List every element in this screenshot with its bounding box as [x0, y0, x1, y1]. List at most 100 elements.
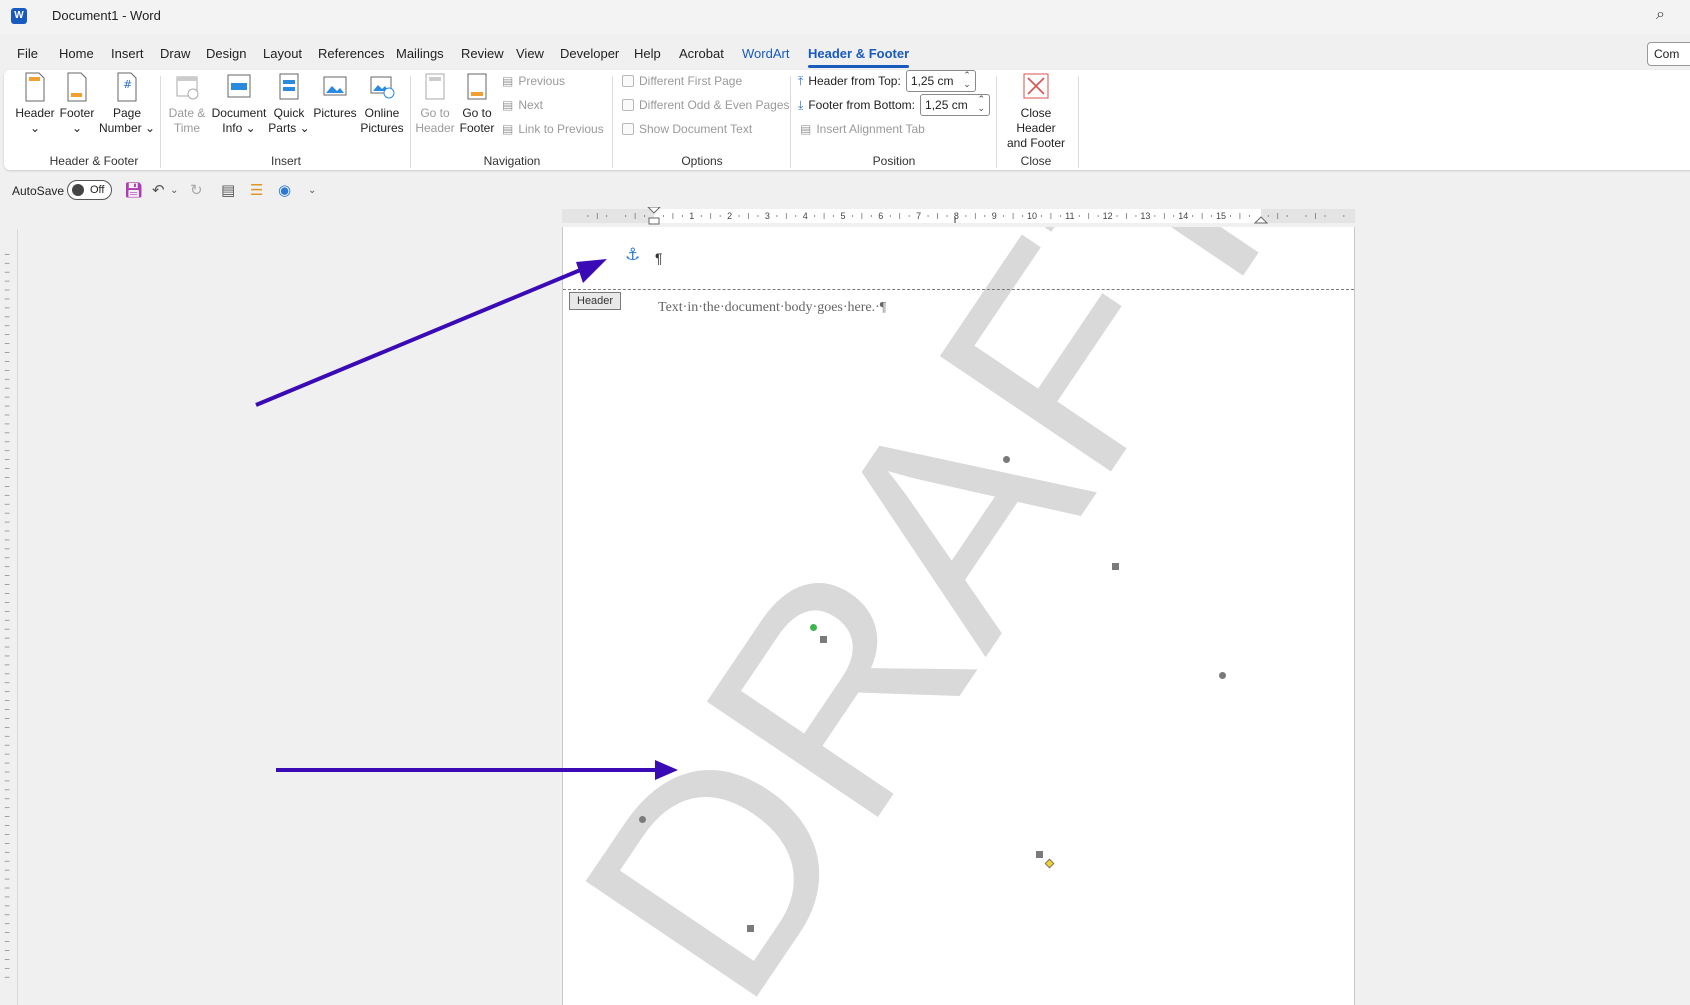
document-info-label-1: Document	[211, 106, 267, 120]
comments-button[interactable]: Com	[1647, 42, 1690, 66]
pictures-button[interactable]: Pictures	[310, 72, 360, 121]
tab-developer[interactable]: Developer	[560, 46, 619, 61]
autosave-label: AutoSave	[12, 184, 65, 198]
tab-header-footer[interactable]: Header & Footer	[808, 46, 910, 68]
online-pictures-button[interactable]: Online Pictures	[356, 72, 408, 136]
tab-layout[interactable]: Layout	[263, 46, 302, 61]
document-page[interactable]: DRAFT ⚓︎ ¶ Header Text·in·the·document·b…	[562, 227, 1355, 1005]
go-to-header-label-1: Go to	[420, 106, 450, 120]
ruler-tick-label: 9	[992, 211, 997, 221]
tab-design[interactable]: Design	[206, 46, 246, 61]
ruler-tick-label: 13	[1140, 211, 1150, 221]
pictures-label: Pictures	[313, 106, 357, 120]
anchor-icon[interactable]: ⚓︎	[625, 245, 640, 265]
tab-draw[interactable]: Draw	[160, 46, 190, 61]
quick-parts-button[interactable]: Quick Parts ⌄	[268, 72, 310, 136]
go-to-footer-icon	[467, 73, 487, 100]
date-time-button[interactable]: Date & Time	[166, 72, 208, 136]
tab-references[interactable]: References	[318, 46, 384, 61]
next-label: Next	[518, 98, 544, 112]
checkbox-icon	[622, 123, 634, 135]
resize-handle[interactable]	[639, 816, 646, 823]
close-header-footer-button[interactable]: Close Header and Footer	[1000, 72, 1072, 151]
header-boundary	[563, 289, 1354, 290]
vertical-ruler-ticks	[4, 253, 10, 978]
left-indent-marker[interactable]	[648, 217, 660, 225]
redo-icon[interactable]: ↻	[190, 181, 203, 199]
group-label-close: Close	[1020, 154, 1052, 168]
ruler-margin-left	[562, 209, 654, 223]
undo-dropdown-icon[interactable]: ⌄	[170, 185, 178, 196]
document-body-text[interactable]: Text·in·the·document·body·goes·here.·¶	[658, 300, 886, 316]
ruler-tick-label: 6	[878, 211, 883, 221]
page-number-button[interactable]: # Page Number ⌄	[98, 72, 156, 136]
rotate-handle[interactable]	[810, 624, 817, 631]
document-area[interactable]: 1 2 3 4 5 6 7 8 9 10 11 12 13 14 15 DRAFT ⚓︎ ¶ Header …	[0, 207, 1690, 1005]
chevron-down-icon: ⌄	[29, 121, 41, 135]
different-first-page-checkbox[interactable]: Different First Page	[622, 74, 742, 88]
online-pictures-icon	[370, 76, 395, 99]
undo-icon[interactable]: ↶	[152, 181, 165, 199]
tab-home[interactable]: Home	[59, 46, 94, 61]
header-paragraph-mark: ¶	[655, 250, 663, 266]
previous-icon: ▤	[502, 74, 514, 88]
resize-handle[interactable]	[1112, 563, 1119, 570]
header-from-top-label: Header from Top:	[808, 74, 901, 88]
customize-qat-icon[interactable]: ⌄	[308, 185, 316, 196]
previous-label: Previous	[518, 74, 566, 88]
next-button[interactable]: ▤ Next	[502, 98, 543, 112]
different-odd-even-checkbox[interactable]: Different Odd & Even Pages	[622, 98, 790, 112]
tab-wordart[interactable]: WordArt	[742, 46, 789, 61]
quick-access-toolbar: AutoSave Off 💾︎ ↶ ⌄ ↻ ▤ ☰ ◉ ⌄	[0, 176, 1690, 204]
tab-review[interactable]: Review	[461, 46, 504, 61]
group-label-options: Options	[681, 154, 723, 168]
document-info-button[interactable]: Document Info ⌄	[210, 72, 268, 136]
chevron-down-icon: ⌄	[299, 121, 310, 135]
insert-alignment-tab-button[interactable]: ▤ Insert Alignment Tab	[800, 122, 925, 136]
tab-help[interactable]: Help	[634, 46, 661, 61]
ruler-tick-label: 7	[916, 211, 921, 221]
header-tag: Header	[569, 292, 622, 310]
ruler-tick-label: 11	[1065, 211, 1074, 221]
different-odd-even-label: Different Odd & Even Pages	[639, 98, 790, 112]
circle-icon[interactable]: ◉	[278, 181, 291, 199]
resize-handle[interactable]	[747, 925, 754, 932]
ruler-tick-label: 4	[803, 211, 808, 221]
tab-view[interactable]: View	[516, 46, 544, 61]
different-first-page-label: Different First Page	[639, 74, 743, 88]
resize-handle[interactable]	[1219, 672, 1226, 679]
save-icon[interactable]: 💾︎	[124, 181, 143, 199]
page-number-label-2: Number	[98, 121, 142, 135]
tab-file[interactable]: File	[17, 46, 38, 61]
header-from-top-input[interactable]: 1,25 cm	[905, 70, 976, 92]
tab-acrobat[interactable]: Acrobat	[679, 46, 724, 61]
link-to-previous-button[interactable]: ▤ Link to Previous	[502, 122, 604, 136]
watermark-text[interactable]: DRAFT	[563, 227, 1355, 1005]
checkbox-icon	[622, 99, 634, 111]
group-label-header-footer: Header & Footer	[49, 154, 139, 168]
ribbon: Header ⌄ Footer ⌄ # Page Number ⌄ Header & …	[4, 70, 1690, 170]
previous-button[interactable]: ▤ Previous	[502, 74, 565, 88]
resize-handle[interactable]	[1036, 851, 1043, 858]
online-pictures-label-2: Pictures	[360, 121, 404, 135]
footer-button[interactable]: Footer ⌄	[56, 72, 98, 136]
date-time-label-2: Time	[173, 121, 201, 135]
go-to-header-button[interactable]: Go to Header	[414, 72, 456, 136]
go-to-footer-button[interactable]: Go to Footer	[456, 72, 498, 136]
autosave-toggle[interactable]: Off	[67, 180, 112, 200]
header-button[interactable]: Header ⌄	[14, 72, 56, 136]
ruler-tick-label: 3	[765, 211, 770, 221]
horizontal-ruler[interactable]: 1 2 3 4 5 6 7 8 9 10 11 12 13 14 15	[562, 207, 1355, 225]
footer-from-bottom-input[interactable]: 1,25 cm	[920, 94, 991, 116]
date-time-label-1: Date &	[168, 106, 206, 120]
format-icon[interactable]: ☰	[250, 181, 263, 199]
search-icon[interactable]: ⌕	[1656, 6, 1665, 24]
tab-insert[interactable]: Insert	[111, 46, 144, 61]
show-document-text-checkbox[interactable]: Show Document Text	[622, 122, 752, 136]
rotate-handle-base[interactable]	[820, 636, 827, 643]
group-label-position: Position	[872, 154, 916, 168]
tab-mailings[interactable]: Mailings	[396, 46, 444, 61]
vertical-ruler[interactable]	[0, 229, 18, 1005]
touch-mode-icon[interactable]: ▤	[221, 181, 235, 199]
resize-handle[interactable]	[1003, 456, 1010, 463]
